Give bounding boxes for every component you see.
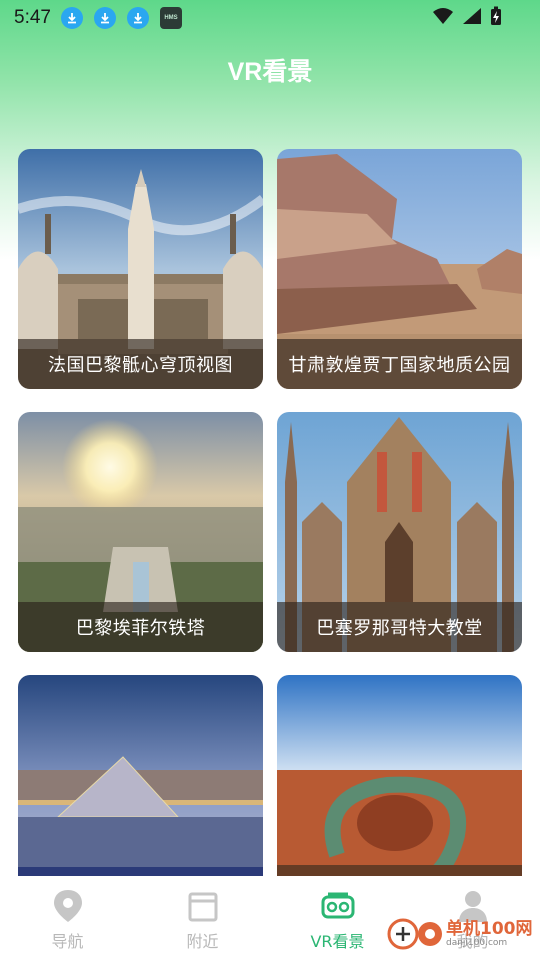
scenic-card-sacre-coeur[interactable]: 法国巴黎骶心穹顶视图 — [18, 149, 263, 389]
watermark-icon — [387, 918, 442, 950]
tab-label: VR看景 — [310, 932, 365, 951]
watermark-brand: 单机100网 — [446, 919, 533, 939]
wifi-icon — [433, 8, 453, 24]
tab-label: 附近 — [186, 932, 219, 951]
download-icon — [60, 7, 83, 29]
store-icon — [188, 892, 217, 922]
vr-goggles-icon — [321, 892, 354, 919]
card-label: 甘肃敦煌贾丁国家地质公园 — [277, 339, 522, 389]
status-time: 5:47 — [14, 7, 51, 28]
card-label: 巴塞罗那哥特大教堂 — [277, 602, 522, 652]
signal-icon — [463, 8, 481, 24]
card-label: 巴黎埃菲尔铁塔 — [18, 602, 263, 652]
watermark-logo: 单机100网 danji100.com — [386, 912, 536, 956]
scenic-card-dunhuang-yardang[interactable]: 甘肃敦煌贾丁国家地质公园 — [277, 149, 522, 389]
tab-label: 导航 — [51, 932, 84, 951]
location-pin-icon — [53, 890, 82, 922]
battery-charging-icon — [491, 6, 501, 25]
card-label: 法国巴黎骶心穹顶视图 — [18, 339, 263, 389]
tab-vr-scenery[interactable]: VR看景 — [270, 876, 405, 960]
status-bar: 5:47 HMS — [0, 0, 540, 36]
scenic-card-eiffel-tower[interactable]: 巴黎埃菲尔铁塔 — [18, 412, 263, 652]
download-icon — [93, 7, 116, 29]
page-title: VR看景 — [227, 58, 313, 86]
tab-nearby[interactable]: 附近 — [135, 876, 270, 960]
tab-navigation[interactable]: 导航 — [0, 876, 135, 960]
watermark-url: danji100.com — [446, 938, 508, 948]
scenic-card-barcelona-cathedral[interactable]: 巴塞罗那哥特大教堂 — [277, 412, 522, 652]
hms-icon: HMS — [159, 7, 182, 29]
download-icon — [126, 7, 149, 29]
